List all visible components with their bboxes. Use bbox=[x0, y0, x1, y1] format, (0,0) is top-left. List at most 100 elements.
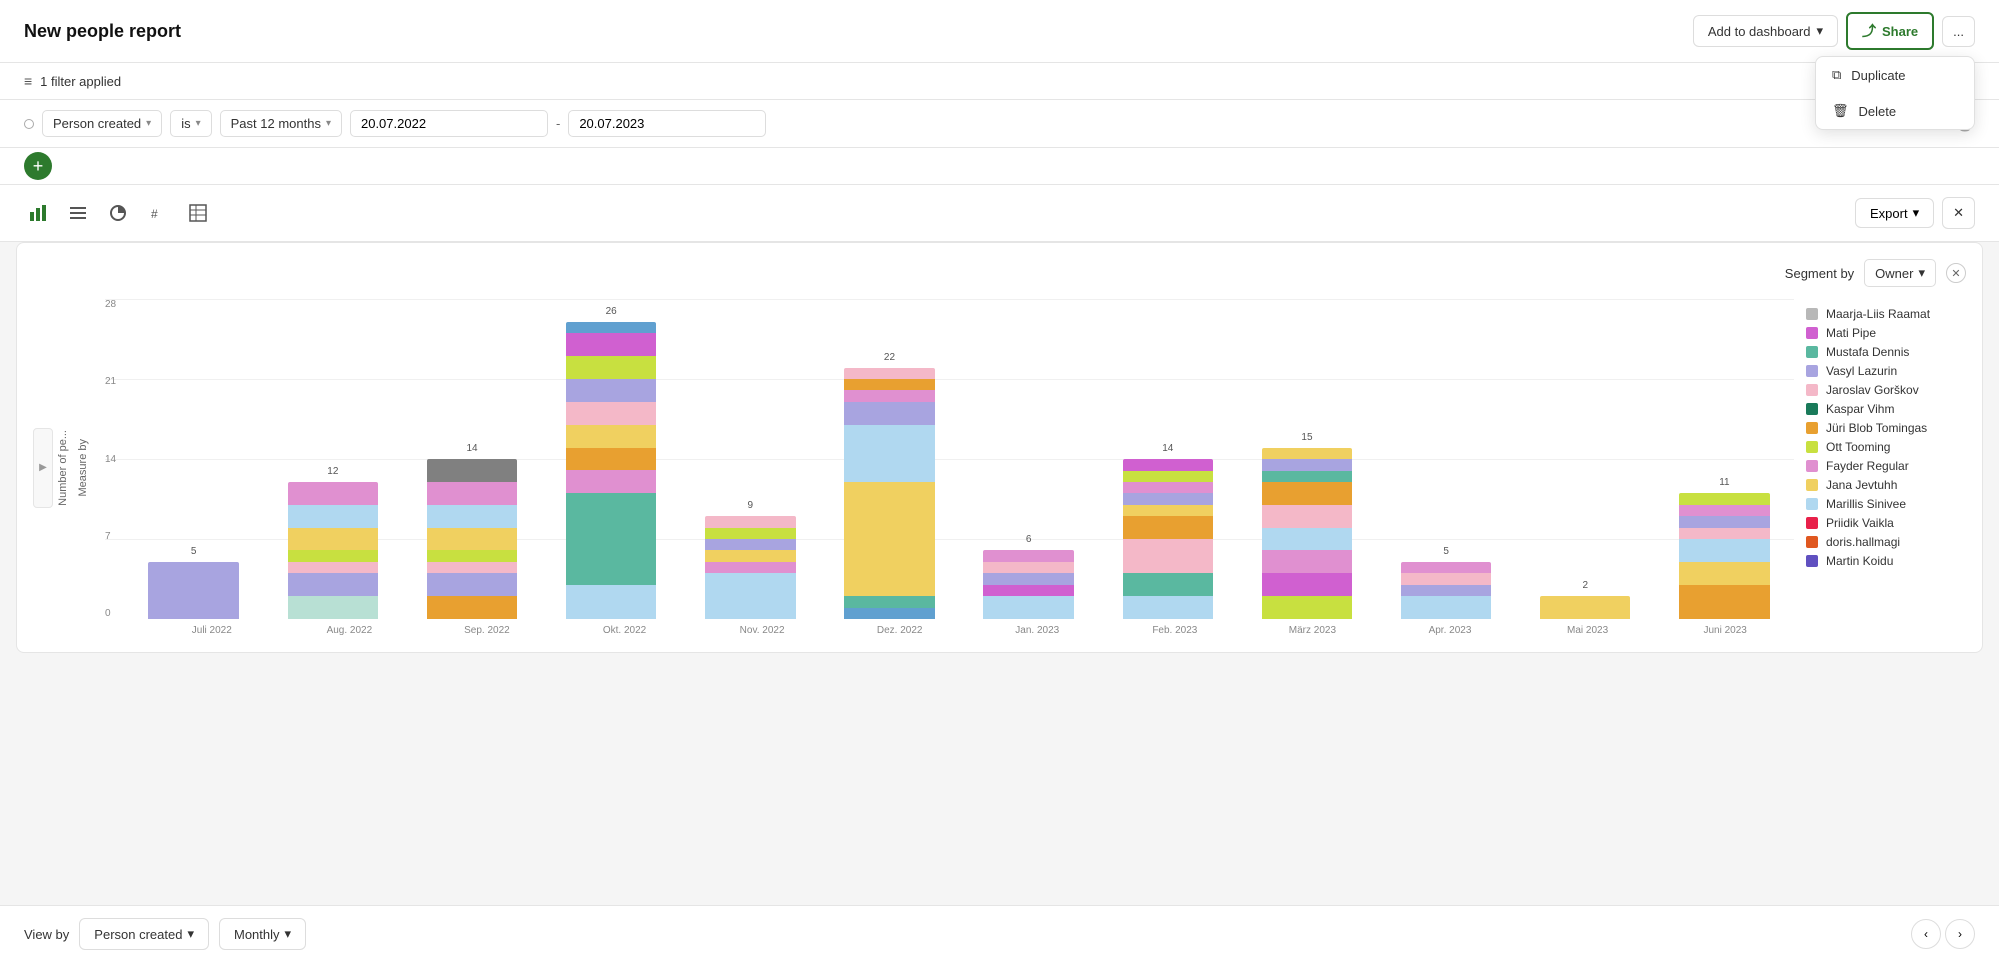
owner-label: Owner bbox=[1875, 266, 1913, 281]
bar-segment bbox=[427, 505, 517, 528]
filter-dot bbox=[24, 119, 34, 129]
bar[interactable] bbox=[427, 459, 517, 619]
export-label: Export bbox=[1870, 206, 1908, 221]
bar-segment bbox=[566, 402, 656, 425]
chevron-down-icon: ▾ bbox=[285, 926, 292, 942]
number-icon[interactable]: # bbox=[144, 199, 172, 227]
bar[interactable] bbox=[148, 562, 238, 619]
monthly-select[interactable]: Monthly ▾ bbox=[219, 918, 306, 950]
bar-segment bbox=[427, 550, 517, 561]
bar[interactable] bbox=[844, 368, 934, 619]
filter-count: 1 filter applied bbox=[40, 74, 121, 89]
bar[interactable] bbox=[1262, 448, 1352, 619]
bar-segment bbox=[1262, 448, 1352, 459]
prev-page-button[interactable]: ‹ bbox=[1911, 919, 1941, 949]
person-created-view-select[interactable]: Person created ▾ bbox=[79, 918, 209, 950]
bar[interactable] bbox=[1540, 596, 1630, 619]
bar-segment bbox=[983, 596, 1073, 619]
legend-color bbox=[1806, 422, 1818, 434]
chart-toolbar: # Export ▾ ✕ bbox=[0, 185, 1999, 242]
bar-segment bbox=[1262, 471, 1352, 482]
bar-group: 2 bbox=[1516, 596, 1655, 619]
bar-total-label: 6 bbox=[959, 534, 1098, 545]
x-label: Nov. 2022 bbox=[693, 625, 831, 636]
bar-total-label: 12 bbox=[263, 466, 402, 477]
trash-icon: 🗑 bbox=[1832, 103, 1849, 119]
expand-handle[interactable]: ▶ bbox=[33, 428, 53, 508]
bars-area: 28 21 14 7 0 5121426922614155211 bbox=[105, 299, 1794, 619]
date-range-dash: - bbox=[556, 116, 560, 131]
duplicate-menu-item[interactable]: ⧉ Duplicate bbox=[1816, 57, 1974, 93]
x-label: Apr. 2023 bbox=[1381, 625, 1519, 636]
bar-group: 5 bbox=[124, 562, 263, 619]
bar[interactable] bbox=[1679, 493, 1769, 619]
bar-total-label: 22 bbox=[820, 352, 959, 363]
legend-label: doris.hallmagi bbox=[1826, 535, 1900, 549]
bar-total-label: 14 bbox=[1098, 443, 1237, 454]
table-icon[interactable] bbox=[184, 199, 212, 227]
close-segment-button[interactable]: ✕ bbox=[1946, 263, 1966, 283]
y-axis-label-area: ▶ Number of pe... Measure by bbox=[33, 299, 93, 636]
pie-chart-icon[interactable] bbox=[104, 199, 132, 227]
y-tick-7: 7 bbox=[105, 531, 116, 542]
bar[interactable] bbox=[566, 322, 656, 619]
past-12-months-select[interactable]: Past 12 months ▾ bbox=[220, 110, 342, 137]
y-axis-label: Number of pe... bbox=[53, 430, 73, 506]
date-to-input[interactable] bbox=[568, 110, 766, 137]
legend-label: Jüri Blob Tomingas bbox=[1826, 421, 1927, 435]
segment-by-label: Segment by bbox=[1785, 266, 1854, 281]
bar-group: 5 bbox=[1377, 562, 1516, 619]
delete-menu-item[interactable]: 🗑 Delete bbox=[1816, 93, 1974, 129]
monthly-label: Monthly bbox=[234, 927, 280, 942]
x-label: Jan. 2023 bbox=[968, 625, 1106, 636]
is-operator-select[interactable]: is ▾ bbox=[170, 110, 211, 137]
owner-segment-select[interactable]: Owner ▾ bbox=[1864, 259, 1936, 287]
bar-segment bbox=[1262, 596, 1352, 619]
share-button[interactable]: ⤴ Share bbox=[1846, 12, 1934, 50]
chevron-down-icon: ▾ bbox=[326, 118, 331, 129]
legend-item: Martin Koidu bbox=[1806, 554, 1966, 568]
legend-color bbox=[1806, 555, 1818, 567]
bar[interactable] bbox=[705, 516, 795, 619]
legend-label: Jana Jevtuhh bbox=[1826, 478, 1897, 492]
legend-color bbox=[1806, 479, 1818, 491]
bar-chart: 28 21 14 7 0 5121426922614155211 Juli 20… bbox=[105, 299, 1794, 636]
add-to-dashboard-button[interactable]: Add to dashboard ▾ bbox=[1693, 15, 1838, 47]
bar-segment bbox=[983, 562, 1073, 573]
share-label: Share bbox=[1882, 24, 1918, 39]
x-label: Okt. 2022 bbox=[556, 625, 694, 636]
list-icon[interactable] bbox=[64, 199, 92, 227]
bar-segment bbox=[566, 470, 656, 493]
close-chart-button[interactable]: ✕ bbox=[1942, 197, 1975, 229]
next-page-button[interactable]: › bbox=[1945, 919, 1975, 949]
export-button[interactable]: Export ▾ bbox=[1855, 198, 1934, 228]
bar-segment bbox=[844, 368, 934, 379]
chevron-down-icon: ▾ bbox=[1918, 265, 1925, 281]
x-labels-row: Juli 2022Aug. 2022Sep. 2022Okt. 2022Nov.… bbox=[105, 619, 1794, 636]
bar-segment bbox=[844, 608, 934, 619]
bar-chart-icon[interactable] bbox=[24, 199, 52, 227]
more-button[interactable]: ... bbox=[1942, 16, 1975, 47]
bar-segment bbox=[1679, 585, 1769, 619]
person-created-select[interactable]: Person created ▾ bbox=[42, 110, 162, 137]
duplicate-label: Duplicate bbox=[1851, 68, 1905, 83]
bar-segment bbox=[1262, 459, 1352, 470]
bar[interactable] bbox=[983, 550, 1073, 619]
y-tick-21: 21 bbox=[105, 376, 116, 387]
bar[interactable] bbox=[288, 482, 378, 619]
date-from-input[interactable] bbox=[350, 110, 548, 137]
add-to-dashboard-label: Add to dashboard bbox=[1708, 24, 1811, 39]
bar[interactable] bbox=[1123, 459, 1213, 619]
bar-group: 6 bbox=[959, 550, 1098, 619]
bar-segment bbox=[983, 573, 1073, 584]
bar-segment bbox=[983, 550, 1073, 561]
bar-segment bbox=[1123, 596, 1213, 619]
segment-by-row: Segment by Owner ▾ ✕ bbox=[33, 259, 1966, 287]
bar-segment bbox=[566, 356, 656, 379]
view-by-label: View by bbox=[24, 927, 69, 942]
add-filter-button[interactable]: + bbox=[24, 152, 52, 180]
bar-total-label: 15 bbox=[1237, 432, 1376, 443]
bar[interactable] bbox=[1401, 562, 1491, 619]
legend-label: Ott Tooming bbox=[1826, 440, 1890, 454]
bar-segment bbox=[1679, 505, 1769, 516]
